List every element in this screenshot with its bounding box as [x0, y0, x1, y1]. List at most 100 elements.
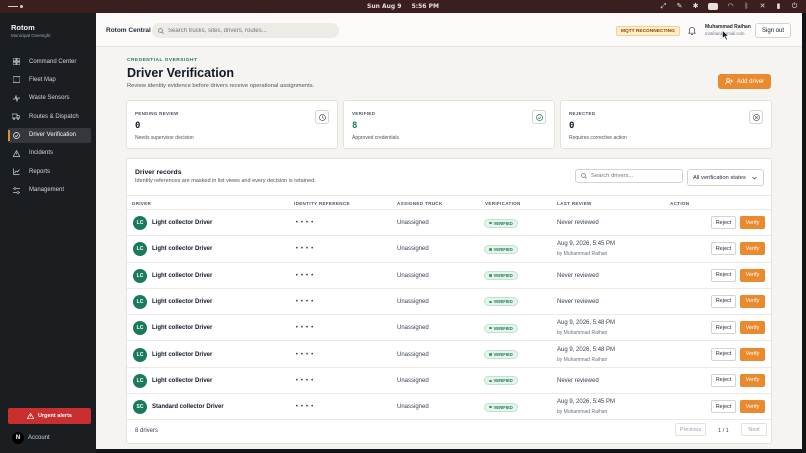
mute-icon[interactable]: ✕ — [759, 3, 766, 10]
status-text: VERIFIED — [493, 246, 513, 252]
sidebar-item-fleet-map[interactable]: Fleet Map — [8, 72, 91, 87]
x-circle-icon — [749, 110, 763, 124]
brand-subtitle: Municipal Oversight — [11, 33, 51, 38]
bell-icon[interactable] — [688, 26, 696, 35]
driver-name[interactable]: Light collector Driver — [152, 246, 212, 252]
verify-button[interactable]: Verify — [740, 242, 765, 256]
verify-button[interactable]: Verify — [740, 268, 765, 282]
reject-button[interactable]: Reject — [711, 347, 736, 361]
verification-status-badge: VERIFIED — [484, 218, 518, 228]
table-row: LC Light collector Driver •••• Unassigned VE… — [127, 236, 771, 263]
sidebar-item-label: Command Center — [29, 58, 77, 65]
driver-name[interactable]: Light collector Driver — [152, 220, 212, 226]
account-link[interactable]: N Account — [12, 432, 50, 444]
verification-status-badge: VERIFIED — [484, 402, 518, 412]
identity-reference: •••• — [295, 271, 316, 279]
app-menu-icon[interactable] — [8, 4, 24, 9]
next-page-button[interactable]: Next — [741, 423, 767, 436]
status-dot-icon — [489, 405, 492, 409]
sidebar-item-driver-verification[interactable]: Driver Verification — [8, 127, 91, 143]
sign-out-button[interactable]: Sign out — [755, 23, 791, 38]
system-clock[interactable]: Sun Aug 9 5:56 PM — [363, 3, 443, 10]
pen-icon[interactable]: ✎ — [676, 3, 683, 10]
stat-label: REJECTED — [569, 111, 596, 116]
reject-button[interactable]: Reject — [711, 294, 736, 308]
reject-button[interactable]: Reject — [711, 321, 736, 335]
status-tray: ⤢ ✎ ✱ ◠ ᛒ ✕ ▮ ⏻ — [660, 2, 798, 11]
reject-button[interactable]: Reject — [711, 268, 736, 282]
verify-button[interactable]: Verify — [740, 321, 765, 335]
reject-button[interactable]: Reject — [711, 216, 736, 229]
global-search-input[interactable] — [168, 27, 328, 34]
reject-button[interactable]: Reject — [711, 373, 736, 387]
brand[interactable]: Rotom Municipal Oversight — [11, 23, 51, 38]
driver-name[interactable]: Light collector Driver — [152, 273, 212, 279]
clock-icon — [315, 110, 329, 124]
driver-name[interactable]: Light collector Driver — [152, 378, 212, 384]
toggle-icon[interactable] — [708, 3, 718, 10]
verify-button[interactable]: Verify — [740, 347, 765, 361]
verify-button[interactable]: Verify — [740, 216, 765, 229]
identity-reference: •••• — [295, 219, 316, 226]
table-row: SC Standard collector Driver •••• Unassigne… — [127, 394, 771, 421]
column-header: LAST REVIEW — [557, 201, 592, 206]
records-subtitle: Identity references are masked in list v… — [135, 178, 316, 184]
verification-status-badge: VERIFIED — [484, 244, 518, 254]
system-date: Sun Aug 9 — [367, 3, 402, 10]
sidebar-item-routes-dispatch[interactable]: Routes & Dispatch — [8, 109, 91, 124]
verify-button[interactable]: Verify — [740, 373, 765, 387]
previous-page-button[interactable]: Previous — [675, 423, 706, 436]
assigned-truck: Unassigned — [397, 325, 429, 332]
driver-search[interactable] — [575, 169, 683, 183]
urgent-alerts-button[interactable]: Urgent alerts — [8, 408, 91, 424]
assigned-truck: Unassigned — [397, 351, 429, 358]
records-title: Driver records — [135, 169, 182, 176]
bluetooth-icon[interactable]: ᛒ — [743, 3, 750, 10]
sidebar-item-reports[interactable]: Reports — [8, 164, 91, 179]
stat-value: 8 — [352, 121, 358, 131]
add-driver-label: Add driver — [736, 78, 765, 85]
sidebar-item-label: Incidents — [29, 150, 54, 157]
table-row: LC Light collector Driver •••• Unassigned VE… — [127, 342, 771, 368]
identity-reference: •••• — [295, 350, 316, 358]
reject-button[interactable]: Reject — [711, 400, 736, 414]
assigned-truck: Unassigned — [397, 246, 429, 253]
resize-icon[interactable]: ⤢ — [660, 3, 667, 10]
status-text: VERIFIED — [493, 299, 513, 305]
sidebar-item-incidents[interactable]: Incidents — [8, 146, 91, 161]
stat-pending-review: PENDING REVIEW 0 Needs supervisor decisi… — [126, 100, 338, 149]
status-text: VERIFIED — [493, 378, 513, 384]
global-search[interactable] — [152, 23, 339, 38]
truck-icon — [12, 113, 20, 121]
sidebar-item-label: Routes & Dispatch — [29, 113, 79, 120]
verify-button[interactable]: Verify — [740, 400, 765, 414]
reject-button[interactable]: Reject — [711, 242, 736, 256]
sidebar-item-management[interactable]: Management — [8, 183, 91, 198]
sidebar-item-label: Waste Sensors — [29, 95, 70, 102]
sidebar-item-label: Driver Verification — [29, 132, 77, 139]
accessibility-icon[interactable]: ✱ — [692, 3, 699, 10]
verification-status-badge: VERIFIED — [484, 271, 518, 281]
check-circle-icon — [532, 110, 546, 124]
driver-avatar: LC — [133, 242, 147, 257]
driver-search-input[interactable] — [591, 173, 681, 179]
verification-filter-select[interactable]: All verification states — [687, 169, 764, 186]
table-row: LC Light collector Driver •••• Unassigned VE… — [127, 263, 771, 289]
driver-avatar: LC — [133, 347, 147, 362]
assigned-truck: Unassigned — [397, 220, 429, 226]
add-driver-button[interactable]: Add driver — [718, 74, 771, 89]
sidebar: Rotom Municipal Oversight Command Center… — [0, 13, 96, 453]
grid-icon — [12, 58, 20, 66]
power-icon[interactable]: ⏻ — [791, 3, 798, 10]
driver-name[interactable]: Light collector Driver — [152, 325, 212, 331]
verify-button[interactable]: Verify — [740, 294, 765, 308]
battery-icon[interactable]: ▮ — [775, 3, 782, 10]
driver-name[interactable]: Standard collector Driver — [152, 404, 224, 410]
driver-name[interactable]: Light collector Driver — [152, 299, 212, 305]
driver-name[interactable]: Light collector Driver — [152, 352, 212, 358]
sidebar-item-waste-sensors[interactable]: Waste Sensors — [8, 91, 91, 106]
sidebar-item-command-center[interactable]: Command Center — [8, 54, 91, 69]
wifi-icon[interactable]: ◠ — [727, 3, 734, 10]
warning-icon — [12, 149, 20, 157]
identity-reference: •••• — [295, 324, 316, 332]
